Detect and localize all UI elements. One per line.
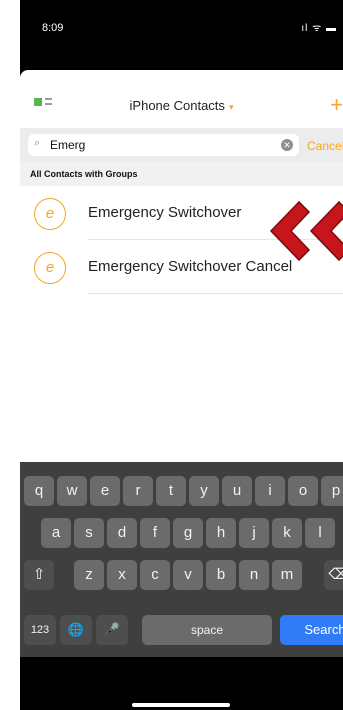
numbers-key[interactable]: 123: [24, 615, 56, 645]
contact-name: Emergency Switchover: [88, 204, 242, 221]
key-g[interactable]: g: [173, 518, 203, 548]
nav-bar: iPhone Contacts ▾ +: [20, 88, 343, 118]
key-y[interactable]: y: [189, 476, 219, 506]
key-n[interactable]: n: [239, 560, 269, 590]
key-t[interactable]: t: [156, 476, 186, 506]
avatar: e: [34, 198, 66, 230]
key-u[interactable]: u: [222, 476, 252, 506]
key-v[interactable]: v: [173, 560, 203, 590]
search-field[interactable]: ⌕ ✕: [28, 134, 299, 156]
chevron-down-icon: ▾: [228, 102, 234, 112]
key-l[interactable]: l: [305, 518, 335, 548]
key-s[interactable]: s: [74, 518, 104, 548]
nav-title[interactable]: iPhone Contacts ▾: [20, 98, 343, 113]
key-r[interactable]: r: [123, 476, 153, 506]
search-icon: ⌕: [34, 137, 41, 149]
key-m[interactable]: m: [272, 560, 302, 590]
key-o[interactable]: o: [288, 476, 318, 506]
key-k[interactable]: k: [272, 518, 302, 548]
section-header: All Contacts with Groups: [20, 162, 343, 186]
key-z[interactable]: z: [74, 560, 104, 590]
status-icons: ıl ᯤ ▬: [301, 23, 337, 34]
key-q[interactable]: q: [24, 476, 54, 506]
key-c[interactable]: c: [140, 560, 170, 590]
backspace-key[interactable]: ⌫: [324, 560, 343, 590]
contacts-sheet: iPhone Contacts▾ + ⌕ ✕ Cancel All Contac…: [20, 70, 343, 462]
home-bar-area: [20, 657, 343, 710]
key-j[interactable]: j: [239, 518, 269, 548]
status-time: 8:09: [42, 22, 64, 34]
keyboard: qwertyuiop asdfghjkl zxcvbnm ⇧ ⌫ 123 🌐 🎤…: [20, 462, 343, 657]
phone-screen: 8:09 ıl ᯤ ▬ iPhone Contacts▾ + ⌕ ✕ Cance…: [20, 0, 343, 710]
add-icon[interactable]: +: [330, 92, 343, 118]
space-key[interactable]: space: [142, 615, 272, 645]
status-bar: 8:09 ıl ᯤ ▬: [20, 0, 343, 44]
key-a[interactable]: a: [41, 518, 71, 548]
key-h[interactable]: h: [206, 518, 236, 548]
key-w[interactable]: w: [57, 476, 87, 506]
key-i[interactable]: i: [255, 476, 285, 506]
search-bar: ⌕ ✕ Cancel: [20, 128, 343, 162]
microphone-icon[interactable]: 🎤: [96, 615, 128, 645]
nav-title-label: iPhone Contacts: [129, 98, 225, 113]
home-indicator[interactable]: [132, 703, 230, 707]
key-p[interactable]: p: [321, 476, 343, 506]
key-b[interactable]: b: [206, 560, 236, 590]
contact-name: Emergency Switchover Cancel: [88, 258, 293, 275]
clear-icon[interactable]: ✕: [281, 139, 293, 151]
key-e[interactable]: e: [90, 476, 120, 506]
key-x[interactable]: x: [107, 560, 137, 590]
key-f[interactable]: f: [140, 518, 170, 548]
search-key[interactable]: Search: [280, 615, 343, 645]
pointer-arrows-icon: [269, 200, 343, 262]
key-d[interactable]: d: [107, 518, 137, 548]
shift-key[interactable]: ⇧: [24, 560, 54, 590]
globe-icon[interactable]: 🌐: [60, 615, 92, 645]
section-title: All Contacts with Groups: [30, 169, 138, 179]
cancel-button[interactable]: Cancel: [307, 139, 343, 153]
search-input[interactable]: [50, 136, 270, 154]
avatar: e: [34, 252, 66, 284]
row-divider: [88, 293, 343, 294]
